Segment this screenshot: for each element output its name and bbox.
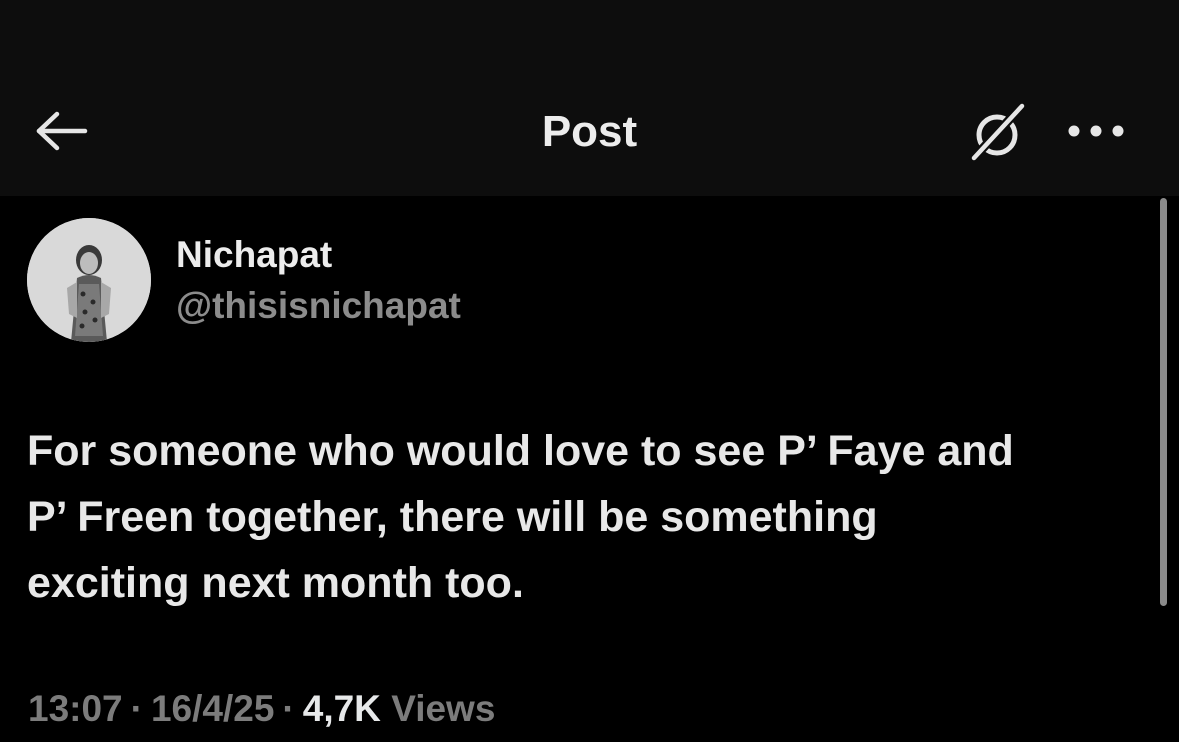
post-time[interactable]: 13:07 — [28, 688, 123, 729]
author-handle[interactable]: @thisisnichapat — [176, 283, 461, 329]
post-metadata: 13:07 · 16/4/25 · 4,7K Views — [28, 685, 495, 733]
profile-photo — [27, 218, 151, 342]
post-text-line: exciting next month too. — [27, 559, 524, 607]
views-label[interactable]: Views — [391, 688, 495, 729]
views-count[interactable]: 4,7K — [303, 688, 381, 729]
meta-separator: · — [282, 688, 295, 729]
grok-button[interactable] — [962, 98, 1032, 168]
scrollbar[interactable] — [1160, 198, 1167, 606]
grok-icon — [968, 102, 1026, 164]
author-display-name[interactable]: Nichapat — [176, 232, 332, 278]
post-text-line: For someone who would love to see P’ Fay… — [27, 427, 1014, 475]
post-date[interactable]: 16/4/25 — [151, 688, 274, 729]
post-text: For someone who would love to see P’ Fay… — [27, 418, 1137, 616]
top-navigation-bar: Post — [0, 0, 1179, 196]
avatar[interactable] — [27, 218, 151, 342]
meta-separator: · — [130, 688, 143, 729]
more-horizontal-icon — [1068, 125, 1124, 137]
post-text-line: P’ Freen together, there will be somethi… — [27, 493, 878, 541]
more-options-button[interactable] — [1060, 108, 1132, 154]
